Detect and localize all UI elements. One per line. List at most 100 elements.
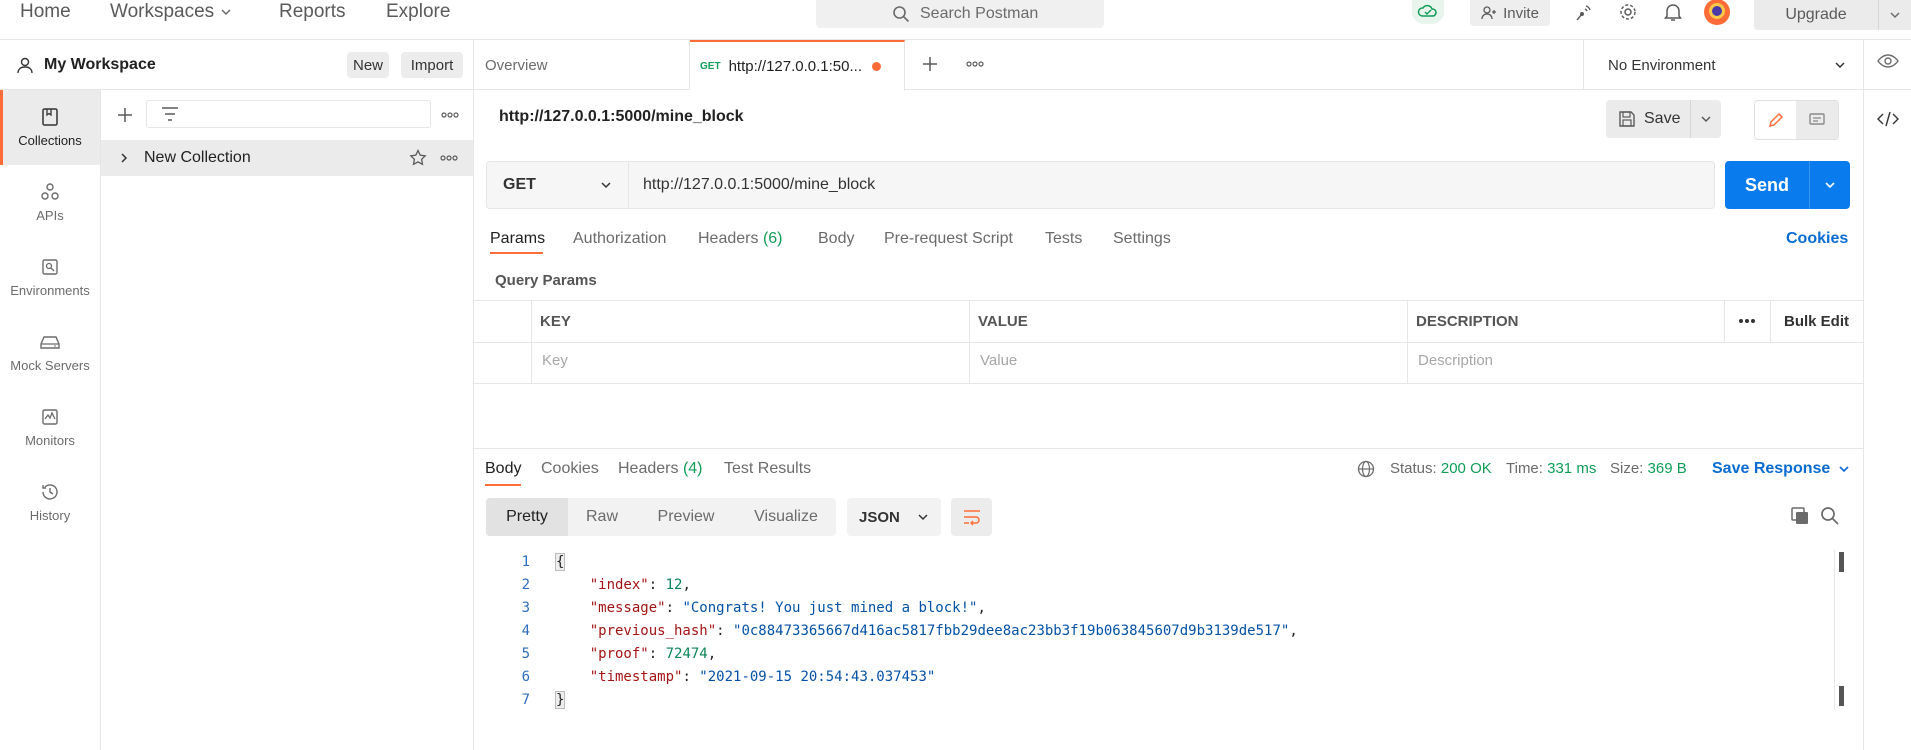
gear-icon[interactable]	[1616, 0, 1640, 24]
format-select[interactable]: JSON	[847, 498, 941, 536]
add-collection-button[interactable]	[114, 104, 136, 126]
code-line: "message": "Congrats! You just mined a b…	[589, 600, 986, 616]
workspace-name[interactable]: My Workspace	[44, 56, 156, 74]
nav-home[interactable]: Home	[20, 0, 71, 24]
tab-tests[interactable]: Tests	[1045, 230, 1082, 248]
column-header-key: KEY	[540, 313, 571, 330]
collection-filter-input[interactable]	[146, 100, 431, 128]
new-button[interactable]: New	[347, 52, 389, 78]
environments-icon	[40, 257, 60, 277]
sidebar-item-environments[interactable]: Environments	[0, 240, 100, 315]
eye-icon[interactable]	[1877, 53, 1899, 69]
chevron-down-icon[interactable]	[1879, 9, 1911, 21]
response-time: Time: 331 ms	[1506, 460, 1597, 477]
search-postman[interactable]: Search Postman	[816, 0, 1104, 28]
tab-settings[interactable]: Settings	[1113, 230, 1171, 248]
sidebar-item-mock-servers[interactable]: Mock Servers	[0, 315, 100, 390]
param-value-input[interactable]: Value	[980, 352, 1017, 369]
bulk-edit-button[interactable]: Bulk Edit	[1784, 313, 1849, 330]
tab-params[interactable]: Params	[490, 230, 545, 248]
param-key-input[interactable]: Key	[542, 352, 568, 369]
save-button[interactable]: Save	[1606, 110, 1690, 128]
line-number: 7	[521, 692, 530, 708]
star-icon[interactable]	[409, 149, 427, 167]
response-status: Status: 200 OK	[1390, 460, 1492, 477]
cookies-link[interactable]: Cookies	[1786, 230, 1848, 248]
response-tab-headers[interactable]: Headers (4)	[618, 460, 703, 478]
line-number: 6	[521, 669, 530, 685]
send-button[interactable]: Send	[1725, 161, 1850, 209]
wrap-lines-icon	[962, 508, 982, 526]
code-line: "index": 12,	[589, 577, 691, 593]
sidebar-item-collections[interactable]: Collections	[0, 90, 100, 165]
comment-icon[interactable]	[1796, 101, 1838, 139]
sidebar-item-monitors[interactable]: Monitors	[0, 390, 100, 465]
scrollbar-thumb[interactable]	[1839, 552, 1844, 572]
more-options-icon[interactable]	[1738, 318, 1756, 324]
globe-icon[interactable]	[1357, 460, 1375, 478]
method-select[interactable]: GET	[486, 161, 629, 209]
invite-button[interactable]: Invite	[1470, 0, 1550, 26]
more-options-icon[interactable]	[440, 106, 460, 124]
view-raw[interactable]: Raw	[568, 498, 636, 536]
tab-request-active[interactable]: GET http://127.0.0.1:50...	[690, 40, 905, 91]
bell-icon[interactable]	[1661, 0, 1685, 24]
line-number: 5	[521, 646, 530, 662]
code-scrollbar[interactable]	[1834, 550, 1846, 710]
nav-reports[interactable]: Reports	[279, 0, 346, 24]
tab-overview[interactable]: Overview	[474, 40, 690, 90]
chevron-right-icon[interactable]	[119, 152, 129, 164]
url-input[interactable]: http://127.0.0.1:5000/mine_block	[629, 161, 1715, 209]
tab-headers[interactable]: Headers (6)	[698, 230, 783, 248]
satellite-icon[interactable]	[1572, 0, 1596, 24]
new-tab-button[interactable]	[920, 54, 940, 74]
save-icon	[1618, 110, 1636, 128]
user-icon	[16, 56, 34, 74]
tab-prerequest-script[interactable]: Pre-request Script	[884, 230, 1013, 248]
copy-icon[interactable]	[1790, 506, 1810, 526]
more-tabs-icon[interactable]	[965, 60, 985, 68]
table-border	[474, 383, 1863, 384]
wrap-lines-button[interactable]	[951, 498, 992, 536]
scrollbar-thumb[interactable]	[1839, 686, 1844, 706]
table-border	[969, 300, 970, 383]
tab-body[interactable]: Body	[818, 230, 854, 248]
response-size: Size: 369 B	[1610, 460, 1687, 477]
active-tab-indicator	[490, 252, 543, 254]
table-border	[474, 300, 1863, 301]
code-line: }	[554, 691, 566, 709]
request-title[interactable]: http://127.0.0.1:5000/mine_block	[499, 108, 744, 126]
param-description-input[interactable]: Description	[1418, 352, 1493, 369]
upgrade-button[interactable]: Upgrade	[1754, 0, 1911, 30]
pencil-icon[interactable]	[1755, 101, 1797, 139]
sync-status-icon[interactable]	[1412, 0, 1444, 24]
right-rail	[1863, 40, 1911, 750]
search-icon[interactable]	[1820, 506, 1840, 526]
avatar[interactable]	[1702, 0, 1732, 26]
more-options-icon[interactable]	[440, 155, 458, 161]
import-button[interactable]: Import	[401, 52, 463, 78]
response-tab-test-results[interactable]: Test Results	[724, 460, 811, 478]
chevron-down-icon	[220, 6, 232, 18]
send-options-chevron-icon[interactable]	[1810, 179, 1850, 191]
tab-title: http://127.0.0.1:50...	[728, 58, 862, 75]
nav-workspaces[interactable]: Workspaces	[110, 0, 232, 24]
view-visualize[interactable]: Visualize	[736, 498, 836, 536]
collection-item[interactable]: New Collection	[101, 140, 473, 176]
code-icon[interactable]	[1877, 111, 1899, 127]
view-preview[interactable]: Preview	[636, 498, 736, 536]
response-tab-cookies[interactable]: Cookies	[541, 460, 599, 478]
column-header-description: DESCRIPTION	[1416, 313, 1519, 330]
response-view-mode: Pretty Raw Preview Visualize	[486, 498, 836, 536]
line-number: 2	[521, 577, 530, 593]
save-response-button[interactable]: Save Response	[1712, 460, 1850, 478]
save-options-chevron-icon[interactable]	[1691, 113, 1721, 125]
environment-select[interactable]: No Environment	[1583, 40, 1863, 90]
sidebar-item-history[interactable]: History	[0, 465, 100, 540]
view-pretty[interactable]: Pretty	[486, 498, 568, 536]
tab-authorization[interactable]: Authorization	[573, 230, 666, 248]
nav-explore[interactable]: Explore	[386, 0, 450, 24]
response-tab-body[interactable]: Body	[485, 460, 521, 478]
response-body-code[interactable]: 1 2 3 4 5 6 7 { "index": 12, "message": …	[486, 550, 1846, 710]
sidebar-item-apis[interactable]: APIs	[0, 165, 100, 240]
